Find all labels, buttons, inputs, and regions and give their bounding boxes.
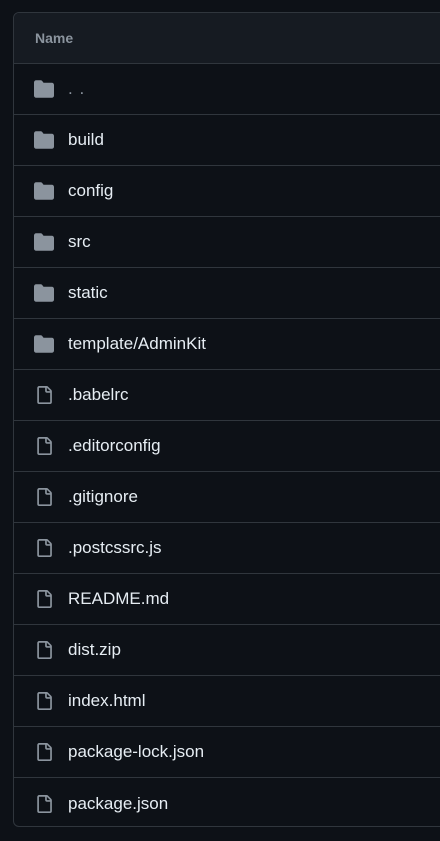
list-item-label: package.json <box>68 793 169 813</box>
list-item-label: .postcssrc.js <box>68 538 162 557</box>
folder-icon <box>34 181 54 201</box>
file-icon <box>34 538 54 558</box>
file-icon <box>34 487 54 507</box>
file-icon <box>34 640 54 660</box>
list-item-file-package-json[interactable]: package.json <box>14 778 440 826</box>
list-item-label: . . <box>68 79 86 98</box>
folder-icon <box>34 283 54 303</box>
folder-icon <box>34 79 54 99</box>
list-item-label: .babelrc <box>68 385 129 404</box>
list-item-label: index.html <box>68 691 146 710</box>
file-icon <box>34 742 54 762</box>
file-list-header: Name <box>14 13 440 64</box>
list-item-label: .gitignore <box>68 487 138 506</box>
list-item-label: README.md <box>68 589 170 608</box>
list-item-label: package-lock.json <box>68 742 205 761</box>
list-item-file-editorconfig[interactable]: .editorconfig <box>14 421 440 472</box>
file-list-panel: Name . . build config src static templat… <box>13 12 440 827</box>
list-item-parent-directory[interactable]: . . <box>14 64 440 115</box>
list-item-file-index-html[interactable]: index.html <box>14 676 440 727</box>
list-item-label: .editorconfig <box>68 436 161 455</box>
list-item-file-package-lock-json[interactable]: package-lock.json <box>14 727 440 778</box>
list-item-file-postcssrc[interactable]: .postcssrc.js <box>14 523 440 574</box>
file-icon <box>34 691 54 711</box>
list-item-file-gitignore[interactable]: .gitignore <box>14 472 440 523</box>
file-icon <box>34 794 54 814</box>
list-item-file-dist-zip[interactable]: dist.zip <box>14 625 440 676</box>
file-icon <box>34 385 54 405</box>
folder-icon <box>34 130 54 150</box>
list-item-folder-template-adminkit[interactable]: template/AdminKit <box>14 319 440 370</box>
list-item-folder-config[interactable]: config <box>14 166 440 217</box>
list-item-folder-build[interactable]: build <box>14 115 440 166</box>
name-column-header[interactable]: Name <box>35 30 73 46</box>
list-item-label: dist.zip <box>68 640 121 659</box>
list-item-label: config <box>68 181 114 200</box>
list-item-folder-src[interactable]: src <box>14 217 440 268</box>
file-icon <box>34 436 54 456</box>
list-item-file-readme[interactable]: README.md <box>14 574 440 625</box>
list-item-folder-static[interactable]: static <box>14 268 440 319</box>
list-item-file-babelrc[interactable]: .babelrc <box>14 370 440 421</box>
folder-icon <box>34 232 54 252</box>
folder-icon <box>34 334 54 354</box>
list-item-label: build <box>68 130 104 149</box>
list-item-label: static <box>68 283 108 302</box>
list-item-label: src <box>68 232 91 251</box>
list-item-label: template/AdminKit <box>68 334 206 353</box>
file-icon <box>34 589 54 609</box>
